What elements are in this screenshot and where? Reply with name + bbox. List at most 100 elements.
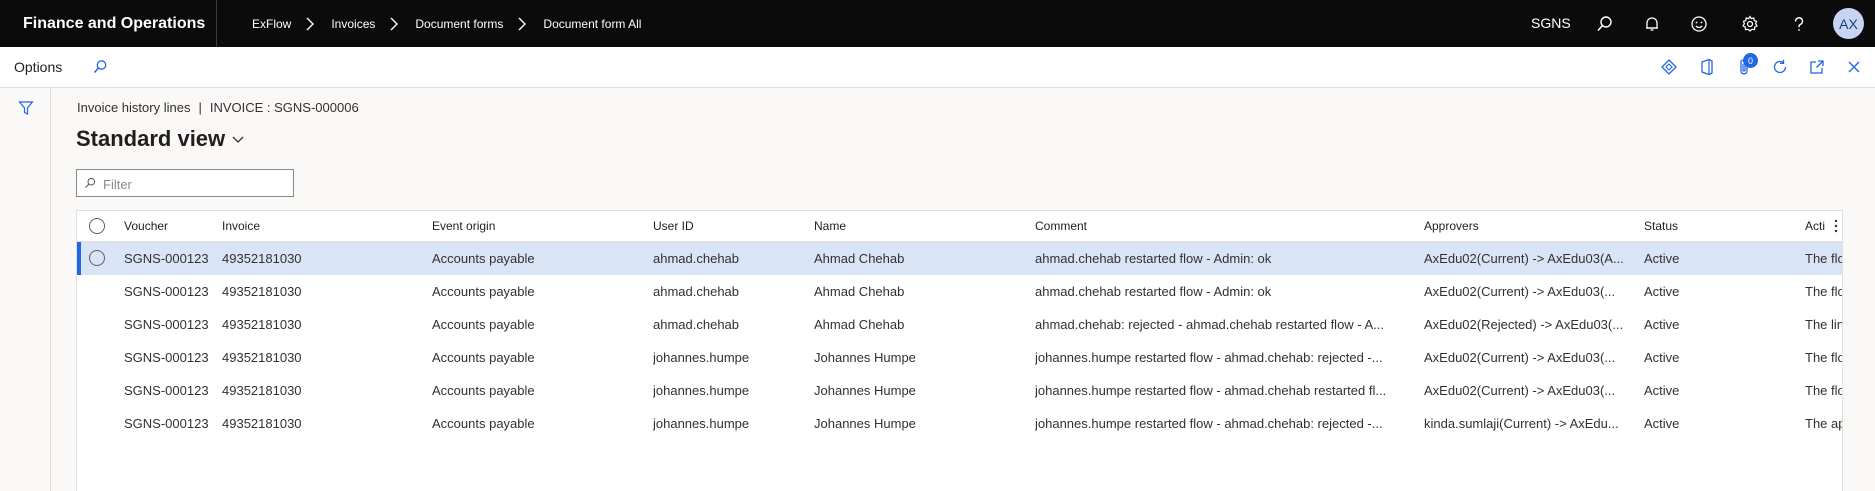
cell-invoice[interactable]: 49352181030 — [222, 407, 407, 440]
cell-comment[interactable]: ahmad.chehab restarted flow - Admin: ok — [1035, 242, 1415, 275]
cell-voucher[interactable]: SGNS-000123 — [124, 275, 209, 308]
page-caption: Invoice history lines | INVOICE : SGNS-000… — [77, 100, 359, 115]
cell-approvers[interactable]: kinda.sumlaji(Current) -> AxEdu... — [1424, 407, 1632, 440]
cell-approvers[interactable]: AxEdu02(Current) -> AxEdu03(... — [1424, 341, 1632, 374]
search-icon[interactable] — [1593, 12, 1617, 36]
breadcrumb-exflow[interactable]: ExFlow — [252, 17, 291, 31]
cell-name[interactable]: Ahmad Chehab — [814, 242, 1024, 275]
cell-invoice[interactable]: 49352181030 — [222, 308, 407, 341]
cell-approvers[interactable]: AxEdu02(Current) -> AxEdu03(... — [1424, 275, 1632, 308]
gear-icon[interactable] — [1738, 12, 1762, 36]
column-header-approvers[interactable]: Approvers — [1424, 211, 1624, 241]
cell-status[interactable]: Active — [1644, 374, 1784, 407]
cell-invoice[interactable]: 49352181030 — [222, 275, 407, 308]
cell-status[interactable]: Active — [1644, 407, 1784, 440]
cell-status[interactable]: Active — [1644, 341, 1784, 374]
column-header-invoice[interactable]: Invoice — [222, 211, 372, 241]
cell-event-origin[interactable]: Accounts payable — [432, 275, 642, 308]
cell-action[interactable]: The flo — [1805, 374, 1842, 407]
cell-status[interactable]: Active — [1644, 242, 1784, 275]
cell-action[interactable]: The flo — [1805, 275, 1842, 308]
cell-comment[interactable]: ahmad.chehab restarted flow - Admin: ok — [1035, 275, 1415, 308]
table-row[interactable]: SGNS-000123 49352181030 Accounts payable ah… — [77, 242, 1842, 275]
cell-action[interactable]: The ap — [1805, 407, 1842, 440]
breadcrumb-invoices[interactable]: Invoices — [331, 17, 375, 31]
cell-invoice[interactable]: 49352181030 — [222, 242, 407, 275]
breadcrumb-document-form-all[interactable]: Document form All — [543, 17, 641, 31]
cell-voucher[interactable]: SGNS-000123 — [124, 407, 209, 440]
cell-user-id[interactable]: ahmad.chehab — [653, 308, 803, 341]
cell-name[interactable]: Johannes Humpe — [814, 407, 1024, 440]
cell-comment[interactable]: ahmad.chehab: rejected - ahmad.chehab re… — [1035, 308, 1415, 341]
cell-voucher[interactable]: SGNS-000123 — [124, 308, 209, 341]
column-header-event-origin[interactable]: Event origin — [432, 211, 632, 241]
cell-name[interactable]: Ahmad Chehab — [814, 308, 1024, 341]
table-row[interactable]: SGNS-000123 49352181030 Accounts payable jo… — [77, 374, 1842, 407]
funnel-icon[interactable] — [15, 97, 37, 119]
cell-user-id[interactable]: ahmad.chehab — [653, 242, 803, 275]
avatar[interactable]: AX — [1833, 8, 1864, 39]
cell-user-id[interactable]: johannes.humpe — [653, 407, 803, 440]
cell-event-origin[interactable]: Accounts payable — [432, 374, 642, 407]
column-header-voucher[interactable]: Voucher — [124, 211, 204, 241]
bell-icon[interactable] — [1640, 12, 1664, 36]
cell-voucher[interactable]: SGNS-000123 — [124, 341, 209, 374]
column-header-name[interactable]: Name — [814, 211, 1014, 241]
options-tab[interactable]: Options — [14, 47, 62, 87]
column-header-user-id[interactable]: User ID — [653, 211, 793, 241]
cell-user-id[interactable]: johannes.humpe — [653, 341, 803, 374]
chevron-down-icon — [232, 136, 244, 143]
table-row[interactable]: SGNS-000123 49352181030 Accounts payable jo… — [77, 341, 1842, 374]
search-icon[interactable] — [89, 56, 111, 78]
smiley-icon[interactable] — [1687, 12, 1711, 36]
cell-approvers[interactable]: AxEdu02(Rejected) -> AxEdu03(... — [1424, 308, 1632, 341]
open-new-window-icon[interactable] — [1806, 56, 1828, 78]
view-selector[interactable]: Standard view — [76, 126, 245, 152]
cell-action[interactable]: The lin — [1805, 308, 1842, 341]
left-rail — [0, 88, 51, 491]
app-title[interactable]: Finance and Operations — [23, 0, 205, 47]
column-header-comment[interactable]: Comment — [1035, 211, 1405, 241]
cell-name[interactable]: Johannes Humpe — [814, 374, 1024, 407]
filter-input[interactable] — [101, 173, 291, 195]
table-row[interactable]: SGNS-000123 49352181030 Accounts payable jo… — [77, 407, 1842, 440]
cell-event-origin[interactable]: Accounts payable — [432, 341, 642, 374]
cell-approvers[interactable]: AxEdu02(Current) -> AxEdu03(A... — [1424, 242, 1632, 275]
cell-event-origin[interactable]: Accounts payable — [432, 308, 642, 341]
cell-comment[interactable]: johannes.humpe restarted flow - ahmad.ch… — [1035, 341, 1415, 374]
chevron-right-icon — [518, 17, 527, 30]
refresh-icon[interactable] — [1769, 56, 1791, 78]
column-header-status[interactable]: Status — [1644, 211, 1764, 241]
table-row[interactable]: SGNS-000123 49352181030 Accounts payable ah… — [77, 308, 1842, 341]
close-icon[interactable] — [1843, 56, 1865, 78]
cell-approvers[interactable]: AxEdu02(Current) -> AxEdu03(... — [1424, 374, 1632, 407]
breadcrumb-document-forms[interactable]: Document forms — [415, 17, 503, 31]
column-header-action[interactable]: Acti — [1805, 211, 1831, 241]
select-all-radio[interactable] — [89, 218, 105, 234]
cell-voucher[interactable]: SGNS-000123 — [124, 374, 209, 407]
cell-name[interactable]: Ahmad Chehab — [814, 275, 1024, 308]
chevron-right-icon — [390, 17, 399, 30]
cell-voucher[interactable]: SGNS-000123 — [124, 242, 209, 275]
cell-action[interactable]: The flo — [1805, 341, 1842, 374]
caption-record: INVOICE : SGNS-000006 — [209, 100, 359, 115]
more-options-icon[interactable] — [1833, 218, 1839, 234]
cell-comment[interactable]: johannes.humpe restarted flow - ahmad.ch… — [1035, 374, 1415, 407]
cell-event-origin[interactable]: Accounts payable — [432, 242, 642, 275]
company-picker[interactable]: SGNS — [1531, 0, 1571, 47]
row-select-radio[interactable] — [89, 250, 105, 266]
cell-user-id[interactable]: johannes.humpe — [653, 374, 803, 407]
cell-event-origin[interactable]: Accounts payable — [432, 407, 642, 440]
diamond-icon[interactable] — [1658, 56, 1680, 78]
cell-comment[interactable]: johannes.humpe restarted flow - ahmad.ch… — [1035, 407, 1415, 440]
cell-invoice[interactable]: 49352181030 — [222, 341, 407, 374]
office-icon[interactable] — [1696, 56, 1718, 78]
cell-name[interactable]: Johannes Humpe — [814, 341, 1024, 374]
cell-status[interactable]: Active — [1644, 275, 1784, 308]
table-row[interactable]: SGNS-000123 49352181030 Accounts payable ah… — [77, 275, 1842, 308]
help-icon[interactable] — [1787, 12, 1811, 36]
cell-invoice[interactable]: 49352181030 — [222, 374, 407, 407]
cell-user-id[interactable]: ahmad.chehab — [653, 275, 803, 308]
cell-action[interactable]: The flo — [1805, 242, 1842, 275]
cell-status[interactable]: Active — [1644, 308, 1784, 341]
